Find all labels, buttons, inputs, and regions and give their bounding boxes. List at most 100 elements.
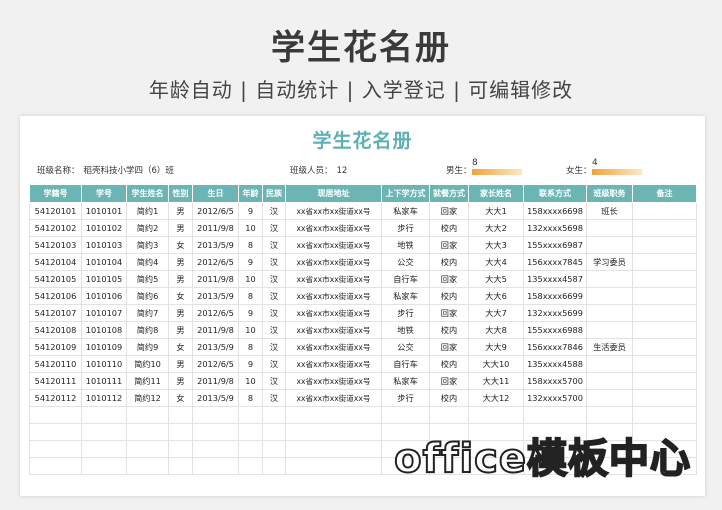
- table-cell[interactable]: 大大6: [468, 287, 524, 305]
- table-cell[interactable]: 54120106: [29, 287, 82, 305]
- table-cell[interactable]: [632, 389, 697, 407]
- table-cell[interactable]: 135xxxx4588: [523, 355, 587, 373]
- table-cell[interactable]: 1010107: [81, 304, 127, 322]
- table-cell[interactable]: 大大7: [468, 304, 524, 322]
- empty-cell[interactable]: [262, 457, 286, 475]
- empty-cell[interactable]: [429, 406, 469, 424]
- table-cell[interactable]: 汉: [262, 287, 286, 305]
- table-cell[interactable]: 2013/5/9: [192, 287, 239, 305]
- table-cell[interactable]: 1010101: [81, 202, 127, 220]
- empty-cell[interactable]: [238, 406, 263, 424]
- table-cell[interactable]: 男: [168, 372, 193, 390]
- table-cell[interactable]: 校内: [429, 389, 469, 407]
- table-cell[interactable]: 简约6: [126, 287, 169, 305]
- empty-cell[interactable]: [632, 406, 697, 424]
- table-cell[interactable]: 简约1: [126, 202, 169, 220]
- table-cell[interactable]: 大大2: [468, 219, 524, 237]
- table-cell[interactable]: 132xxxx5698: [523, 219, 587, 237]
- table-cell[interactable]: 9: [238, 253, 263, 271]
- table-cell[interactable]: [632, 338, 697, 356]
- empty-cell[interactable]: [262, 423, 286, 441]
- table-cell[interactable]: xx省xx市xx街道xx号: [285, 287, 382, 305]
- table-cell[interactable]: xx省xx市xx街道xx号: [285, 304, 382, 322]
- empty-cell[interactable]: [29, 406, 82, 424]
- table-cell[interactable]: 2011/9/8: [192, 321, 239, 339]
- empty-cell[interactable]: [586, 406, 633, 424]
- table-cell[interactable]: 54120110: [29, 355, 82, 373]
- table-cell[interactable]: 男: [168, 202, 193, 220]
- table-cell[interactable]: 汉: [262, 236, 286, 254]
- table-cell[interactable]: 大大12: [468, 389, 524, 407]
- table-cell[interactable]: 简约7: [126, 304, 169, 322]
- table-cell[interactable]: 大大4: [468, 253, 524, 271]
- table-cell[interactable]: 校内: [429, 219, 469, 237]
- table-cell[interactable]: 54120111: [29, 372, 82, 390]
- table-cell[interactable]: xx省xx市xx街道xx号: [285, 253, 382, 271]
- table-cell[interactable]: [632, 355, 697, 373]
- table-cell[interactable]: 1010109: [81, 338, 127, 356]
- table-cell[interactable]: 简约8: [126, 321, 169, 339]
- table-cell[interactable]: 简约3: [126, 236, 169, 254]
- table-cell[interactable]: 生活委员: [586, 338, 633, 356]
- empty-cell[interactable]: [468, 406, 524, 424]
- table-cell[interactable]: 简约12: [126, 389, 169, 407]
- table-cell[interactable]: 54120108: [29, 321, 82, 339]
- empty-cell[interactable]: [29, 440, 82, 458]
- table-cell[interactable]: 54120109: [29, 338, 82, 356]
- table-cell[interactable]: 54120103: [29, 236, 82, 254]
- table-cell[interactable]: 汉: [262, 321, 286, 339]
- table-cell[interactable]: [586, 355, 633, 373]
- table-cell[interactable]: 自行车: [381, 355, 430, 373]
- table-cell[interactable]: [632, 304, 697, 322]
- table-cell[interactable]: 男: [168, 253, 193, 271]
- table-cell[interactable]: [632, 372, 697, 390]
- table-cell[interactable]: [632, 236, 697, 254]
- empty-cell[interactable]: [238, 423, 263, 441]
- empty-cell[interactable]: [192, 423, 239, 441]
- table-cell[interactable]: 2013/5/9: [192, 236, 239, 254]
- table-cell[interactable]: 班长: [586, 202, 633, 220]
- table-cell[interactable]: 155xxxx6988: [523, 321, 587, 339]
- table-cell[interactable]: xx省xx市xx街道xx号: [285, 270, 382, 288]
- table-cell[interactable]: 2012/6/5: [192, 253, 239, 271]
- table-cell[interactable]: 158xxxx5700: [523, 372, 587, 390]
- table-cell[interactable]: 大大5: [468, 270, 524, 288]
- table-cell[interactable]: 汉: [262, 219, 286, 237]
- empty-cell[interactable]: [168, 440, 193, 458]
- empty-cell[interactable]: [285, 423, 382, 441]
- class-value[interactable]: 稻壳科技小学四（6）班: [84, 166, 174, 176]
- table-cell[interactable]: 简约10: [126, 355, 169, 373]
- table-cell[interactable]: 8: [238, 389, 263, 407]
- empty-cell[interactable]: [81, 440, 127, 458]
- table-cell[interactable]: [632, 219, 697, 237]
- table-cell[interactable]: 158xxxx6699: [523, 287, 587, 305]
- table-cell[interactable]: 2011/9/8: [192, 270, 239, 288]
- table-cell[interactable]: 9: [238, 304, 263, 322]
- empty-cell[interactable]: [81, 457, 127, 475]
- table-cell[interactable]: 1010110: [81, 355, 127, 373]
- table-cell[interactable]: 10: [238, 372, 263, 390]
- table-cell[interactable]: 2012/6/5: [192, 304, 239, 322]
- table-cell[interactable]: 汉: [262, 270, 286, 288]
- table-cell[interactable]: 汉: [262, 338, 286, 356]
- table-cell[interactable]: 公交: [381, 253, 430, 271]
- table-cell[interactable]: 回家: [429, 270, 469, 288]
- table-cell[interactable]: 156xxxx7846: [523, 338, 587, 356]
- table-cell[interactable]: xx省xx市xx街道xx号: [285, 355, 382, 373]
- empty-cell[interactable]: [126, 457, 169, 475]
- table-cell[interactable]: 132xxxx5700: [523, 389, 587, 407]
- table-cell[interactable]: 10: [238, 219, 263, 237]
- table-cell[interactable]: 大大9: [468, 338, 524, 356]
- table-cell[interactable]: 学习委员: [586, 253, 633, 271]
- table-cell[interactable]: 私家车: [381, 372, 430, 390]
- table-cell[interactable]: 地铁: [381, 236, 430, 254]
- table-cell[interactable]: 2011/9/8: [192, 219, 239, 237]
- table-cell[interactable]: 校内: [429, 287, 469, 305]
- table-cell[interactable]: 女: [168, 338, 193, 356]
- table-cell[interactable]: 步行: [381, 304, 430, 322]
- table-cell[interactable]: [586, 287, 633, 305]
- table-cell[interactable]: 简约2: [126, 219, 169, 237]
- table-cell[interactable]: 8: [238, 236, 263, 254]
- table-cell[interactable]: 简约11: [126, 372, 169, 390]
- table-cell[interactable]: 10: [238, 270, 263, 288]
